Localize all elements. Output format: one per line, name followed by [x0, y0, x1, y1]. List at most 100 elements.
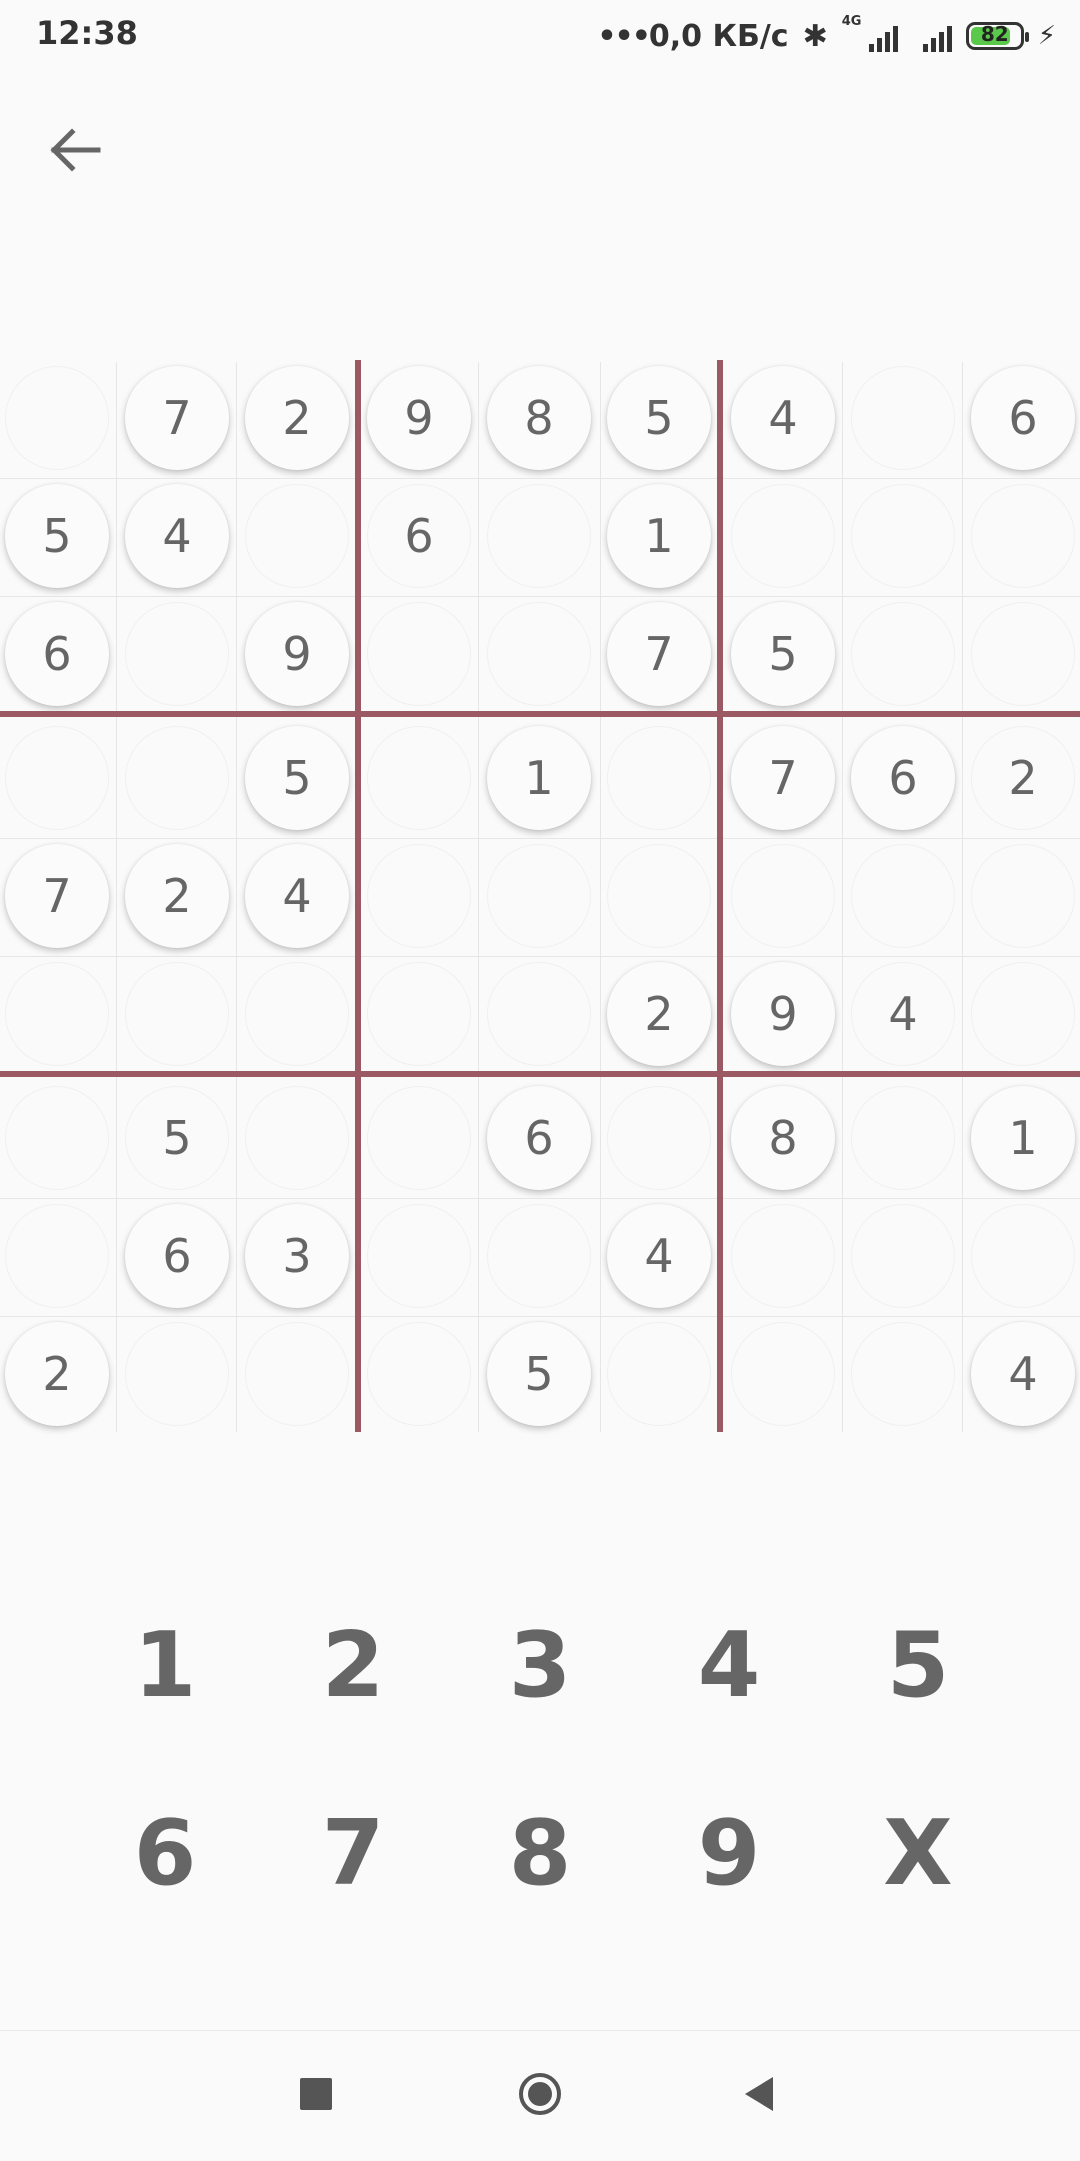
- sudoku-cell[interactable]: [846, 1318, 966, 1438]
- sudoku-cell[interactable]: [120, 958, 240, 1078]
- clear-key[interactable]: X: [853, 1788, 983, 1918]
- sudoku-cell[interactable]: 7: [120, 362, 240, 482]
- sudoku-cell[interactable]: [0, 362, 120, 482]
- sudoku-cell[interactable]: 2: [602, 958, 722, 1078]
- sudoku-cell[interactable]: [240, 1318, 360, 1438]
- cell-value: 8: [487, 366, 591, 470]
- sudoku-cell[interactable]: 2: [120, 840, 240, 960]
- back-nav-button[interactable]: [724, 2059, 794, 2129]
- sudoku-cell[interactable]: [482, 598, 602, 718]
- number-key[interactable]: 1: [100, 1600, 230, 1730]
- sudoku-cell[interactable]: 7: [602, 598, 722, 718]
- sudoku-cell[interactable]: [602, 840, 722, 960]
- sudoku-cell[interactable]: [966, 480, 1080, 600]
- sudoku-cell[interactable]: 7: [726, 722, 846, 842]
- sudoku-cell[interactable]: [482, 840, 602, 960]
- sudoku-cell[interactable]: 4: [602, 1200, 722, 1320]
- sudoku-cell[interactable]: [846, 1200, 966, 1320]
- sudoku-cell[interactable]: 5: [726, 598, 846, 718]
- sudoku-cell[interactable]: [362, 1318, 482, 1438]
- sudoku-cell[interactable]: 2: [240, 362, 360, 482]
- recent-apps-button[interactable]: [281, 2059, 351, 2129]
- sudoku-cell[interactable]: [240, 1082, 360, 1202]
- sudoku-cell[interactable]: 4: [240, 840, 360, 960]
- sudoku-cell[interactable]: 5: [482, 1318, 602, 1438]
- cell-value: [487, 602, 591, 706]
- sudoku-cell[interactable]: [602, 722, 722, 842]
- sudoku-cell[interactable]: 9: [362, 362, 482, 482]
- sudoku-cell[interactable]: 8: [482, 362, 602, 482]
- sudoku-cell[interactable]: [846, 480, 966, 600]
- sudoku-cell[interactable]: 7: [0, 840, 120, 960]
- sudoku-cell[interactable]: [966, 840, 1080, 960]
- cell-value: 4: [125, 484, 229, 588]
- sudoku-cell[interactable]: 6: [120, 1200, 240, 1320]
- sudoku-cell[interactable]: [240, 480, 360, 600]
- sudoku-cell[interactable]: 6: [362, 480, 482, 600]
- sudoku-cell[interactable]: 5: [120, 1082, 240, 1202]
- sudoku-cell[interactable]: [482, 1200, 602, 1320]
- number-key[interactable]: 3: [475, 1600, 605, 1730]
- number-key[interactable]: 2: [288, 1600, 418, 1730]
- sudoku-cell[interactable]: [966, 958, 1080, 1078]
- sudoku-cell[interactable]: 3: [240, 1200, 360, 1320]
- sudoku-cell[interactable]: [846, 1082, 966, 1202]
- sudoku-cell[interactable]: 4: [726, 362, 846, 482]
- number-key[interactable]: 7: [288, 1788, 418, 1918]
- sudoku-cell[interactable]: 5: [602, 362, 722, 482]
- sudoku-cell[interactable]: [482, 480, 602, 600]
- number-key[interactable]: 9: [664, 1788, 794, 1918]
- sudoku-cell[interactable]: 5: [0, 480, 120, 600]
- sudoku-cell[interactable]: 6: [0, 598, 120, 718]
- sudoku-cell[interactable]: [362, 840, 482, 960]
- sudoku-cell[interactable]: 6: [966, 362, 1080, 482]
- sudoku-cell[interactable]: [602, 1082, 722, 1202]
- sudoku-cell[interactable]: [0, 1082, 120, 1202]
- sudoku-cell[interactable]: [846, 598, 966, 718]
- sudoku-cell[interactable]: [120, 722, 240, 842]
- sudoku-cell[interactable]: [602, 1318, 722, 1438]
- number-key[interactable]: 5: [853, 1600, 983, 1730]
- sudoku-cell[interactable]: [362, 598, 482, 718]
- sudoku-cell[interactable]: [846, 362, 966, 482]
- sudoku-cell[interactable]: [726, 480, 846, 600]
- sudoku-cell[interactable]: [0, 958, 120, 1078]
- back-button[interactable]: [38, 112, 114, 188]
- number-key[interactable]: 4: [664, 1600, 794, 1730]
- sudoku-cell[interactable]: 4: [966, 1318, 1080, 1438]
- home-button[interactable]: [505, 2059, 575, 2129]
- sudoku-cell[interactable]: [240, 958, 360, 1078]
- sudoku-cell[interactable]: 1: [482, 722, 602, 842]
- sudoku-cell[interactable]: 2: [0, 1318, 120, 1438]
- sudoku-cell[interactable]: [362, 1082, 482, 1202]
- cell-value: 9: [731, 962, 835, 1066]
- sudoku-cell[interactable]: 9: [726, 958, 846, 1078]
- sudoku-cell[interactable]: 4: [846, 958, 966, 1078]
- sudoku-cell[interactable]: [726, 1318, 846, 1438]
- cell-value: [851, 366, 955, 470]
- sudoku-cell[interactable]: [362, 722, 482, 842]
- sudoku-cell[interactable]: 9: [240, 598, 360, 718]
- sudoku-cell[interactable]: 6: [482, 1082, 602, 1202]
- sudoku-cell[interactable]: [482, 958, 602, 1078]
- sudoku-cell[interactable]: 1: [602, 480, 722, 600]
- sudoku-cell[interactable]: [0, 1200, 120, 1320]
- number-key[interactable]: 8: [475, 1788, 605, 1918]
- sudoku-cell[interactable]: [966, 598, 1080, 718]
- sudoku-cell[interactable]: [120, 598, 240, 718]
- sudoku-cell[interactable]: 6: [846, 722, 966, 842]
- sudoku-cell[interactable]: [362, 1200, 482, 1320]
- sudoku-cell[interactable]: 2: [966, 722, 1080, 842]
- sudoku-cell[interactable]: [120, 1318, 240, 1438]
- sudoku-cell[interactable]: [966, 1200, 1080, 1320]
- sudoku-cell[interactable]: 1: [966, 1082, 1080, 1202]
- number-key[interactable]: 6: [100, 1788, 230, 1918]
- sudoku-cell[interactable]: 5: [240, 722, 360, 842]
- sudoku-cell[interactable]: 4: [120, 480, 240, 600]
- sudoku-cell[interactable]: [726, 1200, 846, 1320]
- sudoku-cell[interactable]: [726, 840, 846, 960]
- sudoku-cell[interactable]: [846, 840, 966, 960]
- sudoku-cell[interactable]: [0, 722, 120, 842]
- sudoku-cell[interactable]: 8: [726, 1082, 846, 1202]
- sudoku-cell[interactable]: [362, 958, 482, 1078]
